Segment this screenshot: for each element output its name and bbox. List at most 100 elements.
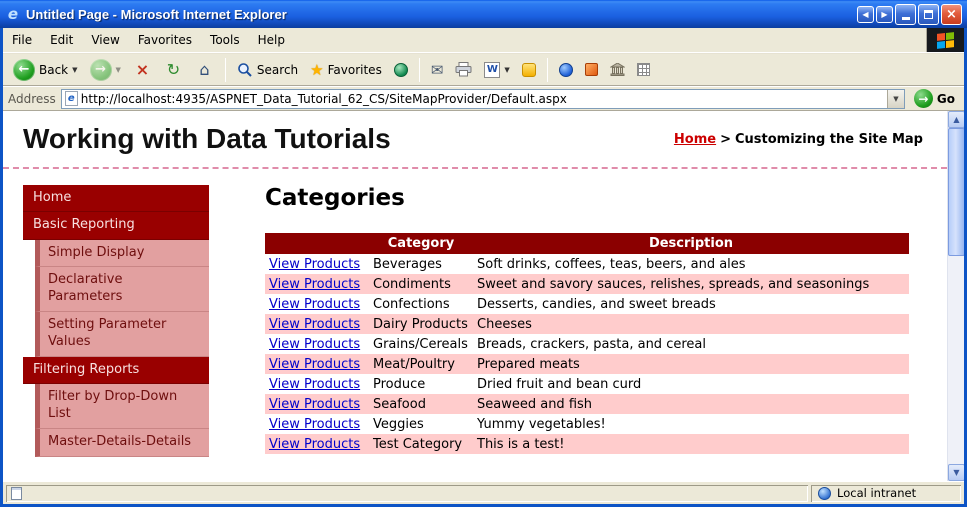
menu-help[interactable]: Help <box>249 28 294 52</box>
minimize-button[interactable] <box>895 3 916 25</box>
view-products-link[interactable]: View Products <box>269 297 360 312</box>
breadcrumb-home-link[interactable]: Home <box>674 132 716 147</box>
category-cell: Seafood <box>373 396 426 412</box>
sidebar-item-master-details-details[interactable]: Master-Details-Details <box>35 428 209 457</box>
refresh-button[interactable]: ↻ <box>160 58 187 82</box>
categories-table: Category Description View Products Bever… <box>265 233 909 454</box>
table-row: View Products Confections Desserts, cand… <box>265 294 909 314</box>
favorites-button[interactable]: ★ Favorites <box>306 59 386 81</box>
maximize-button[interactable] <box>918 3 939 25</box>
back-button[interactable]: ← Back ▼ <box>9 57 82 83</box>
addon-button-1[interactable] <box>555 61 577 79</box>
description-cell: Seaweed and fish <box>477 396 593 412</box>
addon-button-3[interactable] <box>606 61 629 78</box>
home-button[interactable]: ⌂ <box>191 58 218 82</box>
addon-button-4[interactable] <box>633 61 654 78</box>
mail-button[interactable]: ✉ <box>427 59 448 81</box>
messenger-button[interactable] <box>518 61 540 79</box>
addon-button-2[interactable] <box>581 61 602 78</box>
intranet-zone-icon <box>818 486 831 500</box>
home-icon: ⌂ <box>199 60 210 79</box>
menu-tools[interactable]: Tools <box>201 28 249 52</box>
sidebar-item-filtering-reports[interactable]: Filtering Reports <box>23 356 209 385</box>
scroll-up-button[interactable]: ▲ <box>948 111 964 128</box>
category-cell: Test Category <box>373 436 463 452</box>
view-products-link[interactable]: View Products <box>269 357 360 372</box>
search-icon <box>238 62 252 77</box>
view-products-link[interactable]: View Products <box>269 417 360 432</box>
address-bar: Address e ▼ → Go <box>3 86 964 111</box>
sidebar-item-basic-reporting[interactable]: Basic Reporting <box>23 212 209 240</box>
edit-with-word-button[interactable]: W ▼ <box>480 60 513 80</box>
table-header-row: Category Description <box>265 233 909 254</box>
titlebar-extra-button-1[interactable]: ◀ <box>857 5 874 23</box>
toolbar-separator <box>224 57 226 82</box>
category-cell: Veggies <box>373 416 424 432</box>
minimize-icon <box>901 17 910 20</box>
view-products-link[interactable]: View Products <box>269 397 360 412</box>
category-cell: Dairy Products <box>373 316 468 332</box>
vertical-scrollbar[interactable]: ▲ ▼ <box>947 111 964 481</box>
title-bar: e Untitled Page - Microsoft Internet Exp… <box>0 0 967 28</box>
refresh-icon: ↻ <box>166 60 181 79</box>
scroll-down-button[interactable]: ▼ <box>948 464 964 481</box>
grid-icon <box>636 63 650 76</box>
scrollbar-thumb[interactable] <box>948 128 964 256</box>
building-icon <box>609 63 625 76</box>
addon-globe-icon <box>558 62 573 77</box>
description-cell: Yummy vegetables! <box>477 416 606 432</box>
address-input[interactable] <box>80 90 884 107</box>
forward-dropdown-icon: ▼ <box>115 65 121 74</box>
browser-window: e Untitled Page - Microsoft Internet Exp… <box>0 0 967 507</box>
menu-view[interactable]: View <box>82 28 128 52</box>
table-row: View Products Test Category This is a te… <box>265 434 909 454</box>
table-row: View Products Grains/Cereals Breads, cra… <box>265 334 909 354</box>
stop-button[interactable]: × <box>129 58 156 82</box>
print-icon <box>455 62 472 77</box>
sidebar-item-declarative-parameters[interactable]: Declarative Parameters <box>35 267 209 313</box>
titlebar-extra-button-2[interactable]: ▶ <box>876 5 893 23</box>
go-label: Go <box>936 91 955 106</box>
category-cell: Condiments <box>373 276 451 292</box>
main-content: Categories Category Description View Pro… <box>209 185 947 454</box>
sidebar-item-home[interactable]: Home <box>23 185 209 213</box>
description-cell: Prepared meats <box>477 356 580 372</box>
category-cell: Beverages <box>373 256 442 272</box>
description-cell: Cheeses <box>477 316 532 332</box>
sidebar-menu: Home Basic Reporting Simple Display Decl… <box>23 185 209 457</box>
menu-favorites[interactable]: Favorites <box>129 28 201 52</box>
window-buttons: ◀ ▶ × <box>857 3 962 25</box>
description-cell: Soft drinks, coffees, teas, beers, and a… <box>477 256 746 272</box>
view-products-link[interactable]: View Products <box>269 257 360 272</box>
menu-edit[interactable]: Edit <box>41 28 82 52</box>
view-products-link[interactable]: View Products <box>269 377 360 392</box>
header-category: Category <box>369 233 473 254</box>
address-dropdown-button[interactable]: ▼ <box>886 89 904 108</box>
sidebar-item-setting-parameter-values[interactable]: Setting Parameter Values <box>35 312 209 357</box>
close-button[interactable]: × <box>941 3 962 25</box>
description-cell: Desserts, candies, and sweet breads <box>477 296 716 312</box>
view-products-link[interactable]: View Products <box>269 317 360 332</box>
go-button[interactable]: → Go <box>910 89 959 108</box>
category-cell: Produce <box>373 376 426 392</box>
search-button[interactable]: Search <box>233 60 302 80</box>
category-cell: Grains/Cereals <box>373 336 468 352</box>
table-row: View Products Condiments Sweet and savor… <box>265 274 909 294</box>
page-icon: e <box>64 91 78 106</box>
print-button[interactable] <box>451 60 476 79</box>
description-cell: Sweet and savory sauces, relishes, sprea… <box>477 276 870 292</box>
forward-button[interactable]: → ▼ <box>86 57 125 83</box>
windows-flag-icon <box>937 31 954 49</box>
view-products-link[interactable]: View Products <box>269 337 360 352</box>
sidebar-item-simple-display[interactable]: Simple Display <box>35 239 209 268</box>
menu-file[interactable]: File <box>3 28 41 52</box>
sidebar-item-filter-by-dropdown-list[interactable]: Filter by Drop-Down List <box>35 384 209 429</box>
table-row: View Products Produce Dried fruit and be… <box>265 374 909 394</box>
media-button[interactable] <box>390 61 412 79</box>
view-products-link[interactable]: View Products <box>269 437 360 452</box>
view-products-link[interactable]: View Products <box>269 277 360 292</box>
status-zone-panel: Local intranet <box>811 485 961 502</box>
table-row: View Products Veggies Yummy vegetables! <box>265 414 909 434</box>
addon-orange-icon <box>584 63 598 76</box>
windows-logo <box>926 28 964 52</box>
